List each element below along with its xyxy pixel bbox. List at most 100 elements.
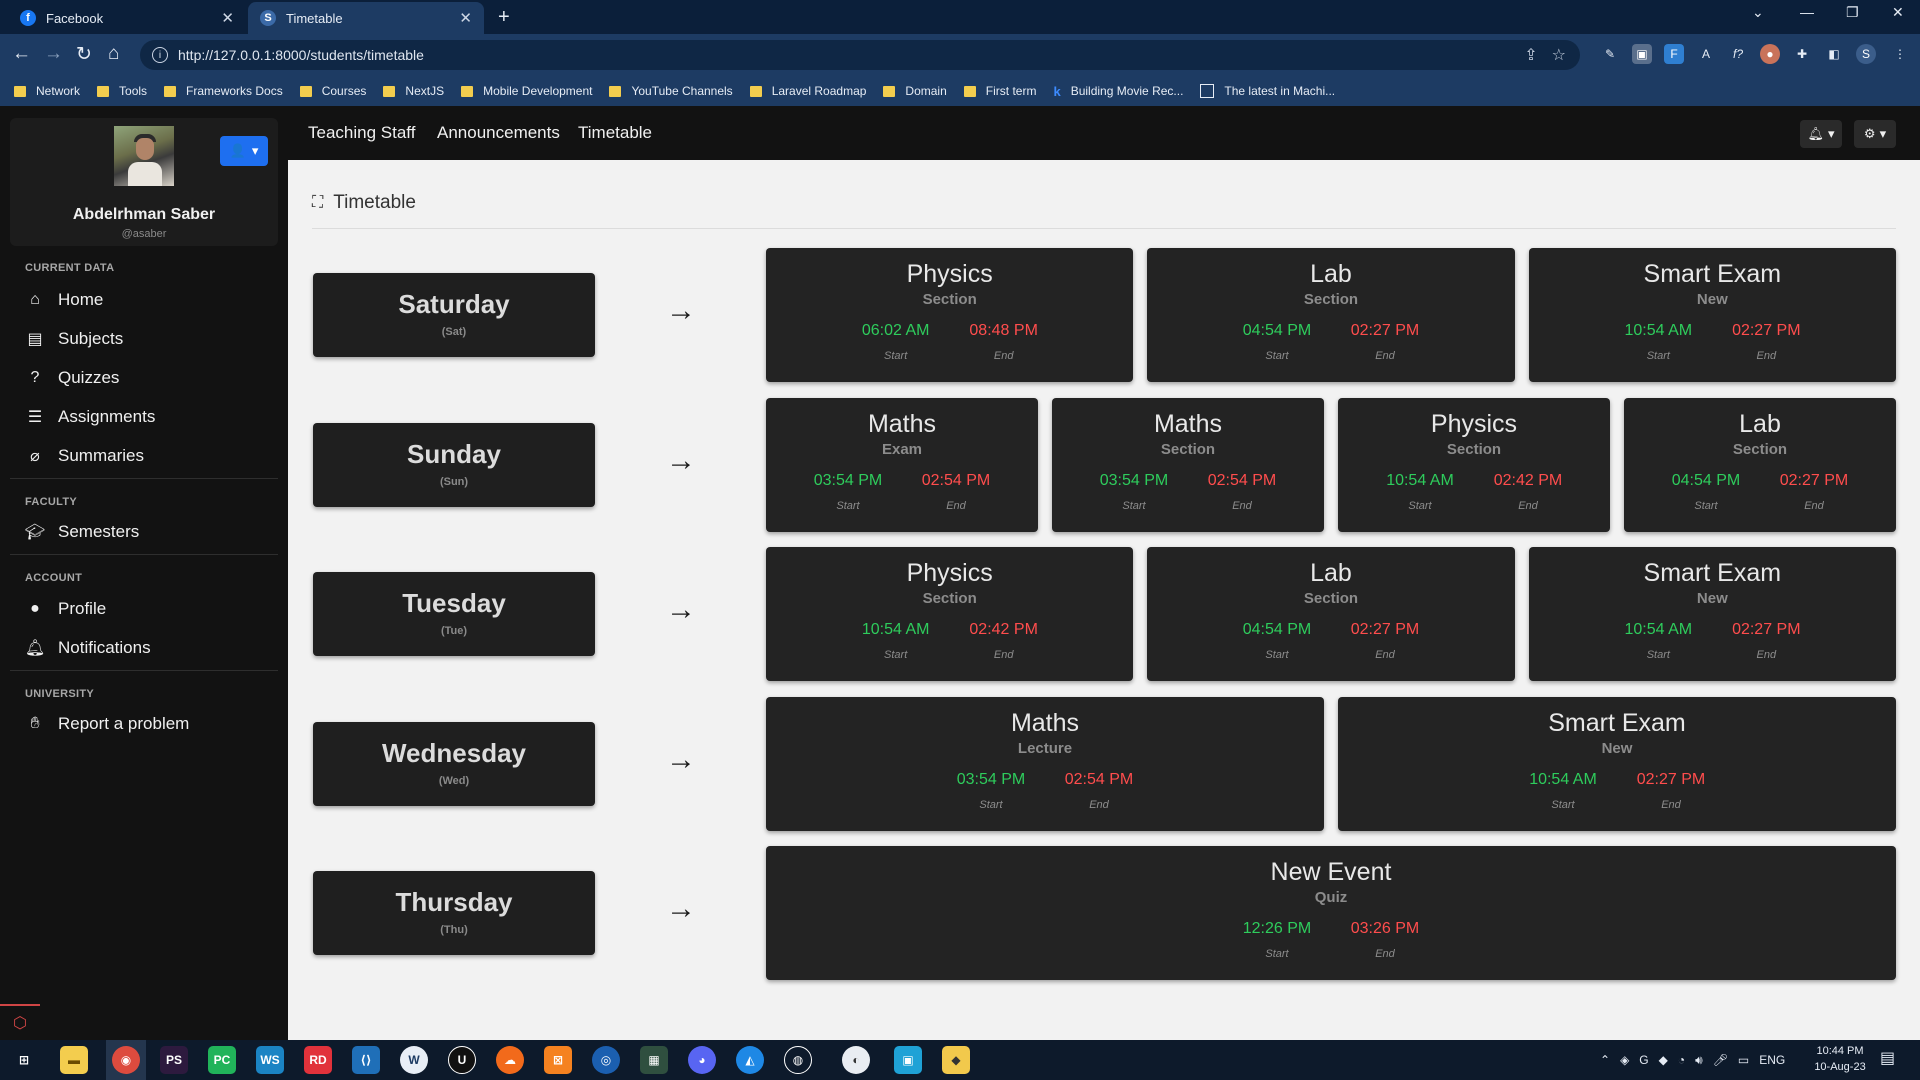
file-explorer-icon[interactable]: ▬ [60,1046,88,1074]
sidepanel-icon[interactable]: ◧ [1824,44,1844,64]
sidebar-item-assignments[interactable]: ☰ Assignments [24,407,156,427]
event-card[interactable]: Smart Exam New 10:54 AM Start 02:27 PM E… [1338,697,1896,831]
browser-icon[interactable]: ◎ [592,1046,620,1074]
bookmark-item[interactable]: Laravel Roadmap [749,84,866,98]
bookmark-item[interactable]: Tools [97,84,147,98]
close-window-icon[interactable]: ✕ [1892,4,1904,21]
bookmark-item[interactable]: First term [963,84,1036,98]
event-card[interactable]: Physics Section 10:54 AM Start 02:42 PM … [1338,398,1610,532]
sidebar-item-semesters[interactable]: 🎓︎ Semesters [24,522,139,542]
jetbrains-icon[interactable]: RD [304,1046,332,1074]
xampp-icon[interactable]: ⊠ [544,1046,572,1074]
sidebar-item-report-problem[interactable]: ✋︎ Report a problem [24,714,189,734]
event-card[interactable]: Maths Exam 03:54 PM Start 02:54 PM End [766,398,1038,532]
sidebar-item-quizzes[interactable]: ? Quizzes [24,368,120,388]
event-card[interactable]: New Event Quiz 12:26 PM Start 03:26 PM E… [766,846,1896,980]
event-card[interactable]: Lab Section 04:54 PM Start 02:27 PM End [1147,248,1515,382]
minimize-icon[interactable]: — [1800,4,1814,20]
webstorm-icon[interactable]: WS [256,1046,284,1074]
wifi-icon[interactable]: ◔ [1678,1053,1685,1067]
share-icon[interactable]: ⇪ [1524,45,1537,65]
word-icon[interactable]: W [400,1046,428,1074]
windows-start-icon[interactable]: ⊞ [10,1046,38,1074]
sidebar-item-profile[interactable]: ● Profile [24,599,106,619]
bookmark-item[interactable]: Courses [299,84,366,98]
app-icon[interactable]: ◆ [942,1046,970,1074]
unreal-icon[interactable]: U [448,1046,476,1074]
tab-search-icon[interactable]: ⌄ [1752,4,1764,21]
event-card[interactable]: Lab Section 04:54 PM Start 02:27 PM End [1624,398,1896,532]
font-icon[interactable]: A [1696,44,1716,64]
tray-app-icon[interactable]: ◆ [1659,1053,1668,1067]
event-card[interactable]: Maths Lecture 03:54 PM Start 02:54 PM En… [766,697,1324,831]
phpstorm-icon[interactable]: PS [160,1046,188,1074]
soundcloud-icon[interactable]: ☁ [496,1046,524,1074]
bookmark-star-icon[interactable]: ☆ [1552,45,1566,65]
laravel-icon[interactable]: ⬡ [0,1004,40,1040]
reload-icon[interactable]: ↻ [76,43,92,66]
sidebar-item-summaries[interactable]: ⌀ Summaries [24,446,144,466]
discord-icon[interactable]: ◕ [688,1046,716,1074]
close-icon[interactable]: ✕ [459,9,472,27]
close-icon[interactable]: ✕ [221,9,234,27]
restore-icon[interactable]: ❐ [1846,4,1859,21]
chrome-icon[interactable]: ◉ [112,1046,140,1074]
sidebar-item-subjects[interactable]: ▤ Subjects [24,329,123,349]
bookmark-item[interactable]: k Building Movie Rec... [1053,84,1183,99]
nav-teaching-staff[interactable]: Teaching Staff [308,123,415,143]
network-icon[interactable]: ▭ [1738,1053,1749,1067]
event-card[interactable]: Lab Section 04:54 PM Start 02:27 PM End [1147,547,1515,681]
vscode-icon[interactable]: ⟨⟩ [352,1046,380,1074]
obs-icon[interactable]: ◍ [784,1046,812,1074]
bookmark-item[interactable]: Frameworks Docs [164,84,283,98]
language-indicator[interactable]: ENG [1759,1053,1785,1067]
bookmark-item[interactable]: Domain [883,84,947,98]
extension-icon[interactable]: F [1664,44,1684,64]
event-card[interactable]: Smart Exam New 10:54 AM Start 02:27 PM E… [1528,248,1896,382]
event-card[interactable]: Maths Section 03:54 PM Start 02:54 PM En… [1052,398,1324,532]
event-card[interactable]: Physics Section 10:54 AM Start 02:42 PM … [766,547,1134,681]
forward-icon[interactable]: → [44,43,63,65]
tray-app-icon[interactable]: ◈ [1620,1053,1629,1067]
menu-icon[interactable]: ⋮ [1890,44,1910,64]
sidebar-item-notifications[interactable]: 🔔︎ Notifications [24,638,151,658]
event-card[interactable]: Physics Section 06:02 AM Start 08:48 PM … [766,248,1134,382]
app-icon[interactable]: ◭ [736,1046,764,1074]
bookmark-item[interactable]: Network [14,84,80,98]
bookmark-item[interactable]: YouTube Channels [609,84,733,98]
nav-timetable[interactable]: Timetable [578,123,652,143]
volume-icon[interactable]: 🔊︎ [1695,1053,1703,1068]
eyedropper-icon[interactable]: ✎ [1600,44,1620,64]
notifications-button[interactable]: 🔔︎ ▾ [1800,120,1842,148]
event-card[interactable]: Smart Exam New 10:54 AM Start 02:27 PM E… [1528,547,1896,681]
notepad-icon[interactable]: ▦ [640,1046,668,1074]
tableplus-icon[interactable]: ◐ [842,1046,870,1074]
user-menu-button[interactable]: 👤 ▾ [220,136,268,166]
home-icon[interactable]: ⌂ [108,43,119,65]
back-icon[interactable]: ← [12,43,31,65]
chevron-up-icon[interactable]: ⌃ [1600,1053,1610,1067]
puzzle-icon[interactable]: ✚ [1792,44,1812,64]
site-info-icon[interactable]: i [152,47,168,63]
pycharm-icon[interactable]: PC [208,1046,236,1074]
avatar[interactable] [114,126,174,186]
extension-icon[interactable]: ● [1760,44,1780,64]
tray-app-icon[interactable]: G [1639,1053,1648,1067]
tab-facebook[interactable]: f Facebook ✕ [8,2,246,34]
new-tab-button[interactable]: + [498,6,510,29]
bookmark-item[interactable]: NextJS [383,84,444,98]
address-bar[interactable]: i http://127.0.0.1:8000/students/timetab… [140,40,1580,70]
notification-center-icon[interactable]: ▤ [1880,1048,1895,1068]
sidebar-item-home[interactable]: ⌂ Home [24,290,103,310]
profile-icon[interactable]: S [1856,44,1876,64]
bookmark-item[interactable]: Mobile Development [461,84,592,98]
tab-timetable[interactable]: S Timetable ✕ [248,2,484,34]
bookmark-item[interactable]: The latest in Machi... [1200,84,1335,98]
extension-icon[interactable]: ▣ [1632,44,1652,64]
clock[interactable]: 10:44 PM 10-Aug-23 [1790,1043,1890,1075]
app-icon[interactable]: ▣ [894,1046,922,1074]
microphone-icon[interactable]: 🎤︎ [1713,1053,1728,1067]
nav-announcements[interactable]: Announcements [437,123,560,143]
settings-button[interactable]: ⚙ ▾ [1854,120,1896,148]
formula-icon[interactable]: f? [1728,44,1748,64]
